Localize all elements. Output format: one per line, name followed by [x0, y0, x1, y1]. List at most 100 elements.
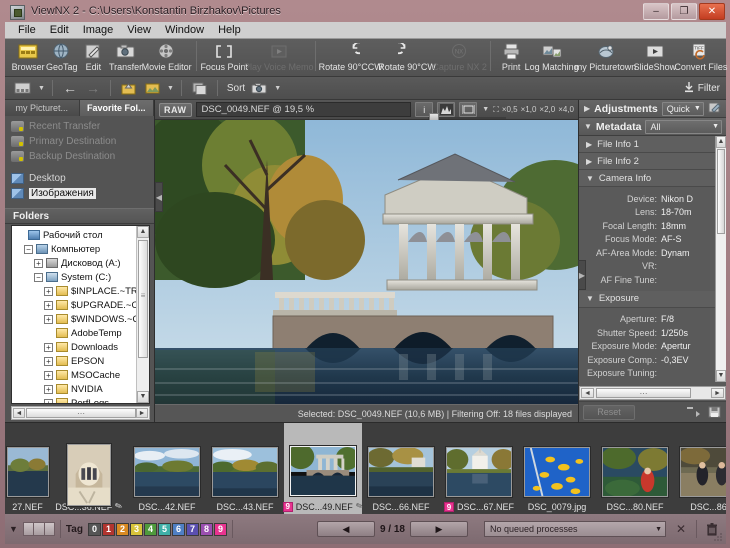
filmstrip-item[interactable]: DSC...80.NEF	[596, 423, 674, 514]
favorite-desktop[interactable]: Desktop	[9, 171, 154, 186]
tree-row[interactable]: + $INPLACE.~TR	[14, 284, 136, 298]
duplicate-icon[interactable]	[189, 79, 210, 97]
tree-row[interactable]: + PerfLogs	[14, 396, 136, 403]
chevron-down-icon[interactable]: ▼	[586, 174, 594, 183]
expand-toggle[interactable]: +	[44, 370, 53, 380]
thumbnail-size-caret[interactable]: ▼	[38, 85, 45, 92]
tree-row[interactable]: AdobeTemp	[14, 326, 136, 340]
tree-row[interactable]: + $WINDOWS.~Q	[14, 312, 136, 326]
image-canvas[interactable]	[155, 120, 578, 404]
metadata-vertical-scrollbar[interactable]: ▲ ▼	[715, 136, 726, 382]
filmstrip-item[interactable]: DSC...36.NEF ✎	[50, 423, 128, 514]
filmstrip-item[interactable]: 9 DSC...67.NEF	[440, 423, 518, 514]
expand-toggle[interactable]: +	[44, 342, 53, 352]
tag-button-3[interactable]: 3	[129, 522, 143, 536]
adjustments-mode-select[interactable]: Quick ▼	[661, 101, 704, 116]
filmstrip-item[interactable]: DSC...86.N	[674, 423, 726, 514]
scroll-left-arrow[interactable]: ◄	[581, 388, 594, 398]
chevron-down-icon[interactable]: ▼	[584, 122, 592, 131]
tag-button-4[interactable]: 4	[143, 522, 157, 536]
scroll-up-arrow[interactable]: ▲	[716, 136, 726, 148]
view-mode-caret[interactable]: ▼	[167, 85, 174, 92]
tag-button-5[interactable]: 5	[157, 522, 171, 536]
expand-toggle[interactable]: +	[44, 384, 53, 394]
save-metadata-icon[interactable]	[706, 405, 722, 420]
filter-button[interactable]: Filter	[683, 79, 720, 97]
tag-button-9[interactable]: 9	[213, 522, 227, 536]
chevron-right-icon[interactable]: ▶	[586, 140, 592, 149]
scroll-thumb[interactable]: ⋯	[26, 408, 136, 418]
section-file-info-2[interactable]: ▶ File Info 2	[579, 153, 715, 170]
expand-toggle[interactable]: +	[44, 356, 53, 366]
favorite-pictures[interactable]: Изображения	[9, 186, 154, 201]
sort-camera-icon[interactable]	[248, 79, 270, 97]
filmstrip-item-selected[interactable]: 9 DSC...49.NEF ✎	[282, 423, 365, 514]
right-panel-collapse-handle[interactable]: ▶	[578, 260, 586, 290]
scroll-right-arrow[interactable]: ►	[136, 408, 148, 418]
next-button[interactable]: ▶	[410, 521, 468, 537]
expand-toggle[interactable]: +	[44, 286, 53, 296]
zoom-step-3[interactable]: ×4,0	[558, 105, 574, 114]
toolbar-convert-files[interactable]: TIFF Convert Files	[674, 39, 727, 72]
tree-row[interactable]: Рабочий стол	[14, 228, 136, 242]
adjustments-apply-icon[interactable]	[708, 101, 722, 117]
tree-horizontal-scrollbar[interactable]: ◄ ⋯ ►	[11, 406, 150, 420]
parent-folder-icon[interactable]	[118, 79, 139, 97]
previous-button[interactable]: ◀	[316, 521, 375, 537]
toolbar-print[interactable]: Print	[496, 39, 526, 72]
tab-favorite-folders[interactable]: Favorite Fol...	[79, 100, 154, 116]
back-arrow-icon[interactable]: ←	[60, 79, 80, 97]
tree-row[interactable]: + NVIDIA	[14, 382, 136, 396]
chevron-down-icon[interactable]: ▼	[9, 524, 18, 534]
menu-file[interactable]: File	[11, 23, 43, 37]
section-camera-info[interactable]: ▼ Camera Info	[579, 170, 715, 187]
filmstrip-item[interactable]: DSC...66.NEF	[362, 423, 440, 514]
scroll-right-arrow[interactable]: ►	[711, 388, 724, 398]
zoom-step-2[interactable]: ×2,0	[539, 105, 555, 114]
minimize-button[interactable]: –	[643, 3, 669, 20]
metadata-header[interactable]: ▼ Metadata All ▼	[579, 118, 726, 136]
collapse-toggle[interactable]: −	[34, 272, 43, 282]
chevron-down-icon[interactable]: ▼	[586, 294, 594, 303]
scroll-thumb[interactable]: ⋯	[596, 388, 691, 398]
toolbar-transfer[interactable]: Transfer	[108, 39, 142, 72]
scroll-thumb[interactable]	[717, 149, 725, 234]
section-file-info-1[interactable]: ▶ File Info 1	[579, 136, 715, 153]
tree-row[interactable]: + MSOCache	[14, 368, 136, 382]
scroll-up-arrow[interactable]: ▲	[137, 226, 149, 238]
tree-row[interactable]: − Компьютер	[14, 242, 136, 256]
toolbar-rotate-ccw[interactable]: Rotate 90°CCW	[319, 39, 383, 72]
metadata-filter-select[interactable]: All ▼	[645, 119, 722, 134]
toolbar-focus-point[interactable]: Focus Point	[200, 39, 248, 72]
tree-row[interactable]: + $UPGRADE.~OS	[14, 298, 136, 312]
favorite-backup-destination[interactable]: Backup Destination	[9, 149, 154, 164]
expand-toggle[interactable]: +	[44, 300, 53, 310]
toolbar-edit[interactable]: Edit	[78, 39, 108, 72]
tag-button-7[interactable]: 7	[185, 522, 199, 536]
expand-toggle[interactable]: +	[44, 314, 53, 324]
chevron-right-icon[interactable]: ▶	[586, 157, 592, 166]
toolbar-movie-editor[interactable]: Movie Editor	[142, 39, 192, 72]
tree-row[interactable]: + Downloads	[14, 340, 136, 354]
filmstrip[interactable]: 27.NEF DSC...36.NEF ✎ DSC...42.NEF DSC..…	[5, 422, 726, 514]
toolbar-slideshow[interactable]: SlideShow	[634, 39, 676, 72]
filmstrip-item[interactable]: DSC...43.NEF	[206, 423, 284, 514]
expand-toggle[interactable]: +	[44, 398, 53, 403]
menu-view[interactable]: View	[120, 23, 158, 37]
maximize-button[interactable]: ❐	[671, 3, 697, 20]
tree-row[interactable]: + EPSON	[14, 354, 136, 368]
filmstrip-item[interactable]: DSC...42.NEF	[128, 423, 206, 514]
favorite-primary-destination[interactable]: Primary Destination	[9, 134, 154, 149]
toolbar-log-matching[interactable]: Log Matching	[525, 39, 579, 72]
reset-button[interactable]: Reset	[583, 404, 635, 420]
folder-tree[interactable]: Рабочий стол − Компьютер + Дисковод (A:)…	[11, 225, 150, 404]
filmstrip-item[interactable]: DSC_0079.jpg	[518, 423, 596, 514]
sort-caret[interactable]: ▼	[274, 85, 281, 92]
menu-edit[interactable]: Edit	[43, 23, 76, 37]
tree-vertical-scrollbar[interactable]: ▲ ▼	[136, 226, 149, 403]
view-mode-icon[interactable]	[142, 79, 163, 97]
adjustments-header[interactable]: ▶ Adjustments Quick ▼	[579, 100, 726, 118]
tag-button-2[interactable]: 2	[115, 522, 129, 536]
filmstrip-item[interactable]: 27.NEF	[5, 423, 50, 514]
zoom-step-1[interactable]: ×1,0	[521, 105, 537, 114]
